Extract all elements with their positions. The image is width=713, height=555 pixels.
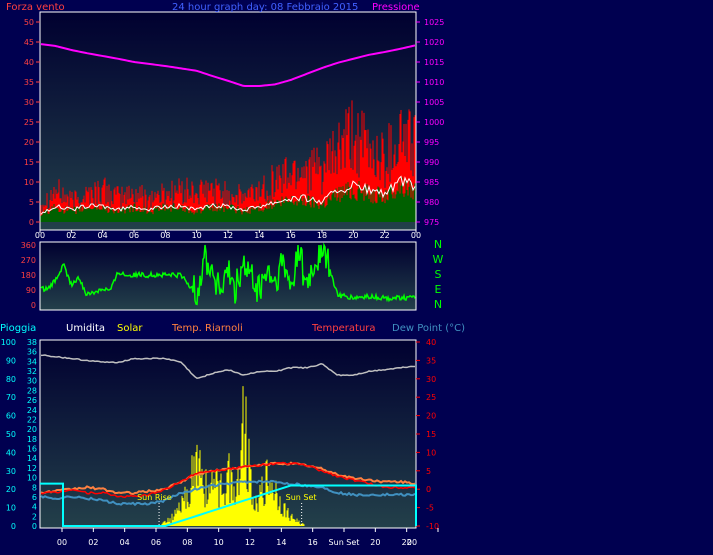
- weather-x-tick: 00: [57, 538, 67, 547]
- pressure-y-tick: 1000: [424, 118, 444, 127]
- temp-y-tick: 10: [426, 448, 436, 457]
- rain-y-tick: 80: [6, 375, 16, 384]
- rain-y-tick: 0: [11, 522, 16, 531]
- label-solar: Solar: [117, 323, 143, 334]
- compass-label: E: [435, 283, 442, 296]
- humidity-y-tick: 38: [27, 338, 37, 347]
- temp-y-tick: 15: [426, 430, 436, 439]
- temp-y-tick: 5: [426, 467, 431, 476]
- pressure-y-tick: 985: [424, 178, 439, 187]
- rain-y-tick: 10: [6, 504, 16, 513]
- humidity-y-tick: 6: [32, 493, 37, 502]
- humidity-y-tick: 32: [27, 367, 37, 376]
- temp-y-tick: 35: [426, 356, 436, 365]
- compass-label: N: [434, 238, 442, 251]
- wind-y-tick: 15: [24, 158, 34, 167]
- wind-y-tick: 20: [24, 138, 34, 147]
- pressure-y-tick: 1005: [424, 98, 444, 107]
- humidity-y-tick: 34: [27, 357, 37, 366]
- wind-y-tick: 25: [24, 118, 34, 127]
- wind-y-tick: 45: [24, 38, 34, 47]
- pressure-y-tick: 980: [424, 198, 439, 207]
- rain-y-tick: 20: [6, 485, 16, 494]
- compass-label: N: [434, 298, 442, 311]
- label-dewpoint: Dew Point (°C): [392, 323, 465, 334]
- pressure-y-tick: 1025: [424, 18, 444, 27]
- dir-y-tick: 0: [31, 301, 36, 310]
- rain-y-tick: 50: [6, 430, 16, 439]
- humidity-y-tick: 24: [27, 406, 37, 415]
- rain-y-tick: 40: [6, 448, 16, 457]
- weather-x-tick: 00: [407, 538, 417, 547]
- label-riarnoli: Temp. Riarnoli: [171, 323, 243, 334]
- weather-x-tick: 06: [151, 538, 161, 547]
- weather-x-tick: 12: [245, 538, 255, 547]
- wind-y-tick: 35: [24, 78, 34, 87]
- temp-y-tick: 20: [426, 412, 436, 421]
- pressure-y-tick: 995: [424, 138, 439, 147]
- weather-x-tick: 04: [120, 538, 130, 547]
- weather-chart: 0510152025303540455097598098599099510001…: [0, 0, 713, 555]
- weather-x-tick: 08: [182, 538, 192, 547]
- temp-y-tick: -5: [426, 504, 434, 513]
- rain-y-tick: 60: [6, 412, 16, 421]
- rain-y-tick: 70: [6, 393, 16, 402]
- humidity-y-tick: 28: [27, 386, 37, 395]
- weather-x-tick: 10: [214, 538, 224, 547]
- label-temperatura: Temperatura: [311, 323, 376, 334]
- humidity-y-tick: 26: [27, 396, 37, 405]
- rain-y-tick: 100: [1, 338, 16, 347]
- sun-rise-annotation: Sun Rise: [137, 493, 172, 502]
- wind-y-tick: 0: [29, 218, 34, 227]
- compass-label: S: [435, 268, 442, 281]
- wind-y-tick: 5: [29, 198, 34, 207]
- weather-x-tick: 14: [276, 538, 286, 547]
- rain-y-tick: 90: [6, 356, 16, 365]
- humidity-y-tick: 36: [27, 348, 37, 357]
- humidity-y-tick: 8: [32, 483, 37, 492]
- temp-y-tick: 0: [426, 485, 431, 494]
- rain-y-tick: 30: [6, 467, 16, 476]
- humidity-y-tick: 18: [27, 435, 37, 444]
- compass-label: W: [433, 253, 444, 266]
- sun-set-annotation: Sun Set: [286, 493, 317, 502]
- dir-y-tick: 90: [26, 286, 36, 295]
- wind-y-tick: 50: [24, 18, 34, 27]
- pressure-y-tick: 990: [424, 158, 439, 167]
- top-center-title: 24 hour graph day: 08 Febbraio 2015: [172, 2, 358, 13]
- pressure-y-tick: 1020: [424, 38, 444, 47]
- label-umidita: Umidita: [66, 323, 105, 334]
- pressure-y-tick: 1015: [424, 58, 444, 67]
- dir-y-tick: 270: [21, 256, 36, 265]
- label-pioggia: Pioggia: [0, 323, 36, 334]
- humidity-y-tick: 16: [27, 445, 37, 454]
- humidity-y-tick: 4: [32, 503, 37, 512]
- weather-x-tick: Sun Set: [329, 538, 360, 547]
- humidity-y-tick: 22: [27, 415, 37, 424]
- humidity-y-tick: 2: [32, 512, 37, 521]
- dir-y-tick: 360: [21, 241, 36, 250]
- top-left-title: Forza vento: [6, 2, 65, 13]
- weather-x-tick: 20: [370, 538, 380, 547]
- weather-x-tick: 16: [308, 538, 318, 547]
- humidity-y-tick: 30: [27, 377, 37, 386]
- wind-y-tick: 30: [24, 98, 34, 107]
- wind-y-tick: 10: [24, 178, 34, 187]
- temp-y-tick: 40: [426, 338, 436, 347]
- top-right-title: Pressione: [372, 2, 420, 13]
- humidity-y-tick: 10: [27, 474, 37, 483]
- pressure-y-tick: 975: [424, 218, 439, 227]
- pressure-y-tick: 1010: [424, 78, 444, 87]
- humidity-y-tick: 12: [27, 464, 37, 473]
- weather-x-tick: 02: [88, 538, 98, 547]
- temp-y-tick: -10: [426, 522, 439, 531]
- temp-y-tick: 30: [426, 375, 436, 384]
- humidity-y-tick: 20: [27, 425, 37, 434]
- humidity-y-tick: 14: [27, 454, 37, 463]
- dir-y-tick: 180: [21, 271, 36, 280]
- humidity-y-tick: 0: [32, 522, 37, 531]
- wind-y-tick: 40: [24, 58, 34, 67]
- temp-y-tick: 25: [426, 393, 436, 402]
